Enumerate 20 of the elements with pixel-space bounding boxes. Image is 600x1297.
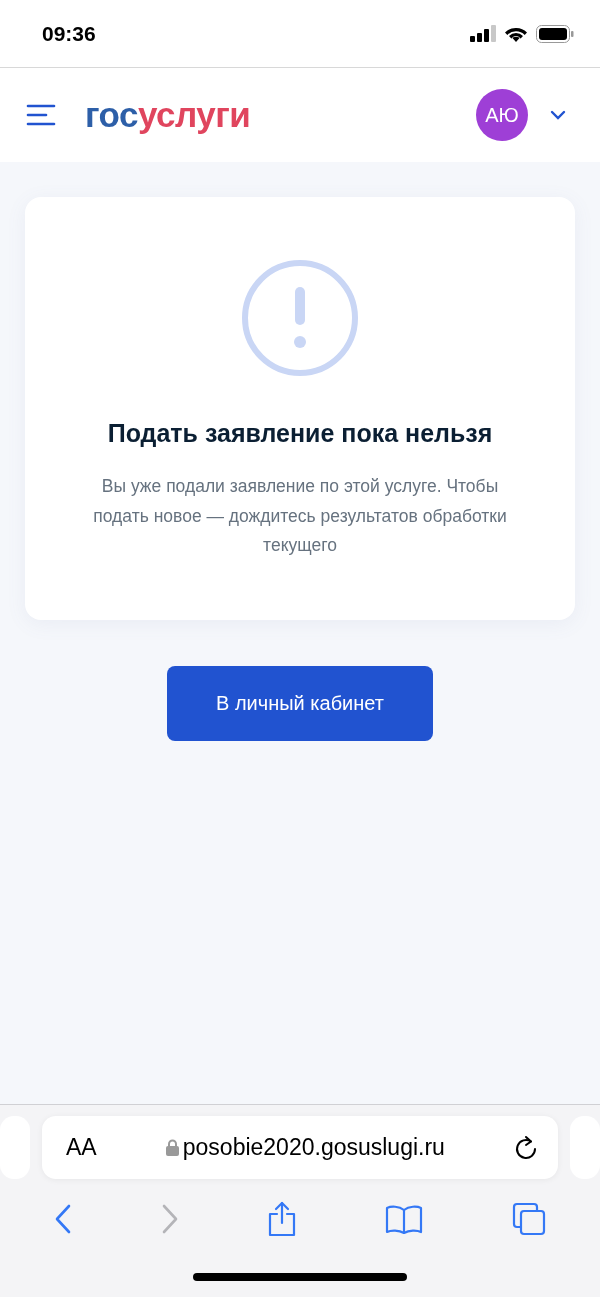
text-size-button[interactable]: AA xyxy=(65,1134,97,1161)
back-icon[interactable] xyxy=(54,1204,73,1234)
signal-icon xyxy=(470,25,496,42)
card-message: Вы уже подали заявление по этой услуге. Чтобы подать новое — дождитесь результатов обработки текущего xyxy=(92,475,508,557)
chevron-down-icon[interactable] xyxy=(550,110,566,120)
personal-account-button[interactable]: В личный кабинет xyxy=(167,666,433,741)
menu-icon[interactable] xyxy=(26,104,56,126)
user-avatar[interactable]: АЮ xyxy=(476,89,528,141)
battery-icon xyxy=(536,24,574,43)
lock-icon xyxy=(165,1139,179,1156)
tabs-icon[interactable] xyxy=(511,1202,546,1236)
share-icon[interactable] xyxy=(266,1201,297,1237)
address-bar[interactable]: AA posobie2020.gosuslugi.ru xyxy=(41,1116,559,1179)
logo[interactable]: госуслуги xyxy=(85,95,476,135)
url-text: posobie2020.gosuslugi.ru xyxy=(182,1134,445,1161)
reload-icon[interactable] xyxy=(514,1134,539,1161)
exclamation-icon xyxy=(241,259,359,377)
book-icon[interactable] xyxy=(385,1204,424,1234)
card-title: Подать заявление пока нельзя xyxy=(107,419,493,448)
status-time: 09:36 xyxy=(42,21,96,46)
